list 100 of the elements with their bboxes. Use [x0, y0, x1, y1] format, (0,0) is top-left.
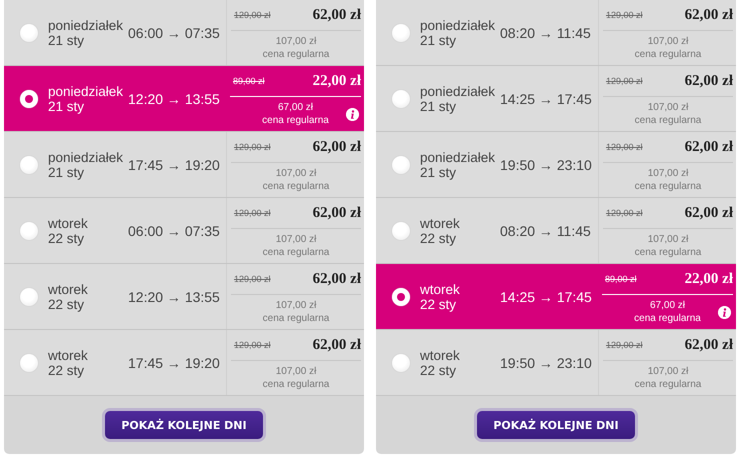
info-icon[interactable] — [346, 108, 359, 121]
radio-button[interactable] — [392, 24, 410, 42]
old-price: 129,00 zł — [234, 208, 271, 218]
flight-date: 21 sty — [48, 32, 84, 48]
regular-price: 107,00 zł — [648, 233, 688, 246]
old-price: 89,00 zł — [605, 274, 637, 284]
sale-price: 62,00 zł — [312, 204, 361, 222]
sale-price: 62,00 zł — [684, 204, 733, 222]
sale-price: 62,00 zł — [684, 336, 733, 354]
old-price: 129,00 zł — [606, 340, 643, 350]
regular-price: 107,00 zł — [276, 299, 316, 312]
flight-times: 06:00 → 07:35 — [128, 24, 221, 40]
regular-price-label: cena regularna — [262, 312, 330, 325]
radio-button[interactable] — [392, 156, 410, 174]
regular-price: 107,00 zł — [648, 167, 688, 180]
old-price: 129,00 zł — [606, 10, 643, 20]
day-name: poniedziałek — [420, 150, 496, 164]
old-price: 129,00 zł — [234, 10, 271, 20]
flight-times: 19:50 → 23:10 — [500, 156, 593, 172]
radio-button[interactable] — [20, 222, 38, 240]
regular-price-label: cena regularna — [634, 378, 702, 391]
flight-times: 14:25 → 17:45 — [500, 288, 593, 304]
day-name: wtorek — [420, 282, 461, 296]
sale-price: 62,00 zł — [312, 270, 361, 288]
day-name: wtorek — [420, 216, 461, 230]
flight-times: 12:20 → 13:55 — [128, 288, 221, 304]
flight-date: 22 sty — [420, 230, 458, 246]
regular-price-label: cena regularna — [634, 312, 701, 325]
radio-button[interactable] — [392, 90, 410, 108]
sale-price: 62,00 zł — [312, 6, 361, 24]
regular-price: 107,00 zł — [648, 35, 688, 48]
flight-date: 22 sty — [48, 296, 86, 312]
old-price: 129,00 zł — [234, 274, 271, 284]
flight-times: 06:00 → 07:35 — [128, 222, 221, 238]
day-name: poniedziałek — [48, 18, 124, 32]
regular-price: 107,00 zł — [276, 233, 316, 246]
sale-price: 62,00 zł — [684, 138, 733, 156]
day-name: wtorek — [420, 348, 461, 362]
flight-date: 21 sty — [420, 164, 456, 180]
flight-date: 21 sty — [420, 32, 456, 48]
regular-price: 107,00 zł — [276, 35, 316, 48]
sale-price: 62,00 zł — [312, 138, 361, 156]
regular-price-label: cena regularna — [262, 378, 330, 391]
flight-times: 08:20 → 11:45 — [500, 24, 592, 40]
flight-date: 22 sty — [48, 362, 86, 378]
regular-price-label: cena regularna — [262, 180, 330, 193]
flight-date: 21 sty — [48, 98, 84, 114]
regular-price-label: cena regularna — [634, 246, 702, 259]
regular-price-label: cena regularna — [262, 48, 330, 61]
sale-price: 62,00 zł — [684, 6, 733, 24]
regular-price-label: cena regularna — [262, 246, 330, 259]
sale-price: 22,00 zł — [684, 270, 733, 288]
regular-price: 67,00 zł — [650, 299, 686, 312]
flight-date: 22 sty — [48, 230, 86, 246]
day-name: poniedziałek — [420, 18, 496, 32]
show-more-days-button[interactable]: POKAŻ KOLEJNE DNI — [102, 408, 266, 442]
regular-price-label: cena regularna — [634, 114, 702, 127]
flight-times: 19:50 → 23:10 — [500, 354, 593, 370]
day-name: poniedziałek — [48, 150, 124, 164]
regular-price: 107,00 zł — [648, 365, 688, 378]
regular-price-label: cena regularna — [262, 114, 329, 127]
flight-times: 08:20 → 11:45 — [500, 222, 592, 238]
sale-price: 62,00 zł — [312, 336, 361, 354]
regular-price: 107,00 zł — [648, 101, 688, 114]
old-price: 129,00 zł — [606, 76, 643, 86]
sale-price: 62,00 zł — [684, 72, 733, 90]
flight-date: 22 sty — [420, 362, 458, 378]
flight-date: 22 sty — [420, 296, 458, 312]
old-price: 129,00 zł — [234, 142, 271, 152]
flight-times: 17:45 → 19:20 — [128, 156, 221, 172]
old-price: 129,00 zł — [234, 340, 271, 350]
radio-button[interactable] — [392, 288, 410, 306]
radio-button[interactable] — [20, 354, 38, 372]
day-name: poniedziałek — [420, 84, 496, 98]
regular-price-label: cena regularna — [634, 180, 702, 193]
old-price: 129,00 zł — [606, 142, 643, 152]
regular-price: 107,00 zł — [276, 167, 316, 180]
flight-times: 17:45 → 19:20 — [128, 354, 221, 370]
sale-price: 22,00 zł — [312, 72, 361, 90]
regular-price-label: cena regularna — [634, 48, 702, 61]
radio-button[interactable] — [20, 24, 38, 42]
flight-times: 12:20 → 13:55 — [128, 90, 221, 106]
day-name: wtorek — [48, 348, 89, 362]
radio-button[interactable] — [392, 222, 410, 240]
radio-button[interactable] — [20, 90, 38, 108]
old-price: 89,00 zł — [233, 76, 265, 86]
radio-button[interactable] — [392, 354, 410, 372]
flight-times: 14:25 → 17:45 — [500, 90, 593, 106]
day-name: wtorek — [48, 282, 89, 296]
day-name: wtorek — [48, 216, 89, 230]
flight-date: 21 sty — [420, 98, 456, 114]
radio-button[interactable] — [20, 288, 38, 306]
old-price: 129,00 zł — [606, 208, 643, 218]
radio-button[interactable] — [20, 156, 38, 174]
regular-price: 107,00 zł — [276, 365, 316, 378]
flight-date: 21 sty — [48, 164, 84, 180]
regular-price: 67,00 zł — [278, 101, 314, 114]
show-more-days-button[interactable]: POKAŻ KOLEJNE DNI — [474, 408, 638, 442]
info-icon[interactable] — [718, 306, 731, 319]
day-name: poniedziałek — [48, 84, 124, 98]
